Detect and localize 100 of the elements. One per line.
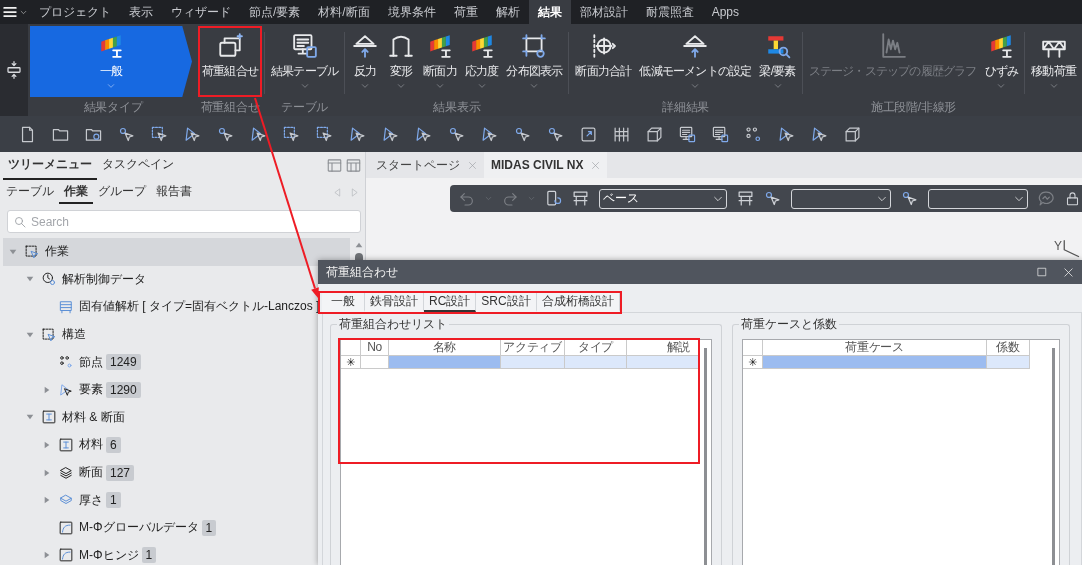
- ribbon-button[interactable]: 低減モーメントの設定: [635, 26, 756, 97]
- ribbon-button[interactable]: 移動荷重: [1027, 26, 1081, 97]
- tree-item[interactable]: 作業: [3, 238, 350, 266]
- panel-subtab[interactable]: 作業: [59, 180, 93, 204]
- caret-right-icon[interactable]: [43, 468, 51, 477]
- menu-tab[interactable]: 境界条件: [378, 0, 445, 24]
- monitor-icon[interactable]: [679, 125, 696, 143]
- caret-icon[interactable]: [20, 8, 27, 16]
- menu-tab[interactable]: 荷重: [444, 0, 487, 24]
- caret-right-icon[interactable]: [43, 385, 51, 394]
- dropdown-field[interactable]: ベース: [599, 188, 727, 209]
- tree-item[interactable]: 解析制御データ: [3, 265, 146, 294]
- tree-item[interactable]: 節点 1249: [3, 348, 141, 376]
- node-pointer-icon[interactable]: [448, 125, 465, 143]
- search-field[interactable]: Search: [7, 210, 361, 233]
- tree-item[interactable]: 材料 & 断面: [3, 403, 125, 432]
- menu-tab[interactable]: 材料/断面: [309, 0, 379, 24]
- triangle-pointer-icon[interactable]: [184, 125, 201, 143]
- grid-cell[interactable]: [501, 356, 565, 369]
- menu-tab[interactable]: プロジェクト: [30, 0, 120, 24]
- box-pointer-icon[interactable]: [316, 125, 333, 143]
- triangle-pointer-icon[interactable]: [382, 125, 399, 143]
- tree-item[interactable]: M-Φヒンジ 1: [3, 541, 157, 565]
- ribbon-button[interactable]: 応力度: [460, 26, 503, 97]
- panel-subtab[interactable]: グループ: [93, 180, 151, 204]
- menu-tab[interactable]: 解析: [486, 0, 529, 24]
- mesh-grid-icon[interactable]: [613, 125, 630, 143]
- grid-cell[interactable]: [627, 356, 699, 369]
- menu-tab[interactable]: 結果: [528, 0, 571, 24]
- node-pointer-icon[interactable]: [118, 125, 135, 143]
- dialog-tab[interactable]: RC設計: [424, 293, 477, 312]
- grid-cell[interactable]: [987, 356, 1030, 369]
- node-pointer-icon[interactable]: [217, 125, 234, 143]
- ribbon-button[interactable]: 変形: [383, 26, 420, 97]
- caret-right-icon[interactable]: [43, 551, 51, 560]
- panel-subtab[interactable]: テーブル: [1, 180, 59, 204]
- tree-item[interactable]: 構造: [3, 320, 86, 349]
- result-type-button[interactable]: 一般: [30, 26, 192, 97]
- caret-down-icon[interactable]: [26, 413, 34, 422]
- tree-item[interactable]: 厚さ 1: [3, 486, 121, 514]
- node-pointer-icon[interactable]: [764, 190, 781, 207]
- table-icon[interactable]: [737, 190, 754, 207]
- menu-tab[interactable]: 節点/要素: [240, 0, 310, 24]
- caret-right-icon[interactable]: [43, 496, 51, 505]
- document-tab[interactable]: MIDAS CIVIL NX: [484, 152, 608, 178]
- ribbon-button[interactable]: 結果テーブル: [267, 26, 343, 97]
- lock-icon[interactable]: [1065, 191, 1080, 206]
- ribbon-button[interactable]: 反力: [347, 26, 384, 97]
- grid-cell[interactable]: [565, 356, 627, 369]
- tree-item[interactable]: 固有値解析 [ タイプ=固有ベクトル-Lanczos ]: [3, 293, 320, 321]
- ribbon-button[interactable]: 荷重組合せ: [198, 26, 262, 97]
- ribbon-button[interactable]: 梁/要素: [755, 26, 800, 97]
- device-refresh-icon[interactable]: [545, 190, 562, 207]
- dialog-tab[interactable]: 一般: [322, 293, 365, 312]
- dialog-tab[interactable]: 合成桁橋設計: [536, 293, 620, 312]
- caret-down-icon[interactable]: [26, 275, 34, 284]
- triangle-pointer-icon[interactable]: [481, 125, 498, 143]
- scroll-up-icon[interactable]: [355, 241, 363, 249]
- tree-item[interactable]: 断面 127: [3, 458, 135, 487]
- menu-icon[interactable]: [3, 5, 17, 19]
- triangle-pointer-icon[interactable]: [415, 125, 432, 143]
- node-pointer-icon[interactable]: [514, 125, 531, 143]
- menu-tab[interactable]: 部材設計: [570, 0, 637, 24]
- ribbon-button[interactable]: ひずみ: [980, 26, 1023, 97]
- dropdown-field[interactable]: [791, 188, 891, 209]
- document-tab[interactable]: スタートページ: [369, 152, 484, 178]
- tree-item[interactable]: M-Φグローバルデータ 1: [3, 513, 217, 542]
- collapse-arrows-icon[interactable]: [5, 61, 23, 79]
- node-dots-icon[interactable]: [745, 125, 762, 143]
- menu-tab[interactable]: ウィザード: [162, 0, 240, 24]
- triangle-pointer-icon[interactable]: [250, 125, 267, 143]
- grid-cell[interactable]: [389, 356, 501, 369]
- tree-item[interactable]: 要素 1290: [3, 375, 141, 404]
- dialog-tab[interactable]: SRC設計: [476, 293, 537, 312]
- triangle-pointer-icon[interactable]: [778, 125, 795, 143]
- cube-icon[interactable]: [844, 125, 861, 143]
- ribbon-button[interactable]: 断面力: [419, 26, 461, 97]
- caret-down-icon[interactable]: [26, 330, 34, 339]
- cube-icon[interactable]: [646, 125, 663, 143]
- ribbon-button[interactable]: 分布図表示: [502, 26, 567, 97]
- grid-cell[interactable]: [763, 356, 987, 369]
- scrollbar[interactable]: [1052, 348, 1055, 565]
- ribbon-button[interactable]: 断面力合計: [571, 26, 636, 97]
- menu-tab[interactable]: Apps: [702, 0, 749, 24]
- maximize-icon[interactable]: [1037, 267, 1047, 277]
- node-pointer-icon[interactable]: [547, 125, 564, 143]
- triangle-pointer-icon[interactable]: [811, 125, 828, 143]
- scrollbar[interactable]: [704, 348, 707, 565]
- box-pointer-icon[interactable]: [151, 125, 168, 143]
- triangle-pointer-icon[interactable]: [349, 125, 366, 143]
- monitor-icon[interactable]: [712, 125, 729, 143]
- caret-right-icon[interactable]: [43, 440, 51, 449]
- grid-cell[interactable]: [361, 356, 389, 369]
- document-icon[interactable]: [19, 125, 36, 143]
- menu-tab[interactable]: 耐震照査: [636, 0, 703, 24]
- node-pointer-icon[interactable]: [901, 190, 918, 207]
- arrow-square-icon[interactable]: [580, 125, 597, 143]
- table-icon[interactable]: [572, 190, 589, 207]
- dialog-tab[interactable]: 鉄骨設計: [365, 293, 424, 312]
- box-pointer-icon[interactable]: [283, 125, 300, 143]
